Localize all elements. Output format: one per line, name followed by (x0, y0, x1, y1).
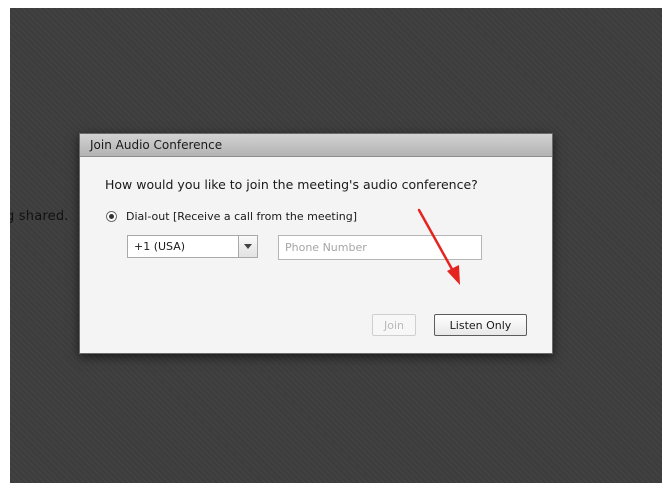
dial-out-radio[interactable] (106, 211, 117, 222)
dialog-title: Join Audio Conference (90, 138, 223, 152)
screen: g shared. Join Audio Conference How woul… (0, 0, 662, 491)
dialog-header: Join Audio Conference (80, 134, 552, 157)
join-button[interactable]: Join (372, 314, 416, 336)
shared-status-text: g shared. (10, 209, 69, 224)
dialog-question: How would you like to join the meeting's… (105, 177, 478, 192)
dropdown-button[interactable] (238, 236, 257, 257)
radio-selected-dot (109, 214, 114, 219)
dial-out-option[interactable]: Dial-out [Receive a call from the meetin… (106, 210, 357, 223)
country-code-select[interactable]: +1 (USA) (127, 235, 258, 258)
listen-only-button[interactable]: Listen Only (434, 314, 527, 336)
phone-number-input[interactable] (278, 235, 482, 260)
dial-out-label: Dial-out [Receive a call from the meetin… (126, 210, 358, 223)
join-audio-dialog: Join Audio Conference How would you like… (79, 133, 553, 354)
country-code-value: +1 (USA) (134, 240, 186, 253)
chevron-down-icon (244, 244, 252, 249)
